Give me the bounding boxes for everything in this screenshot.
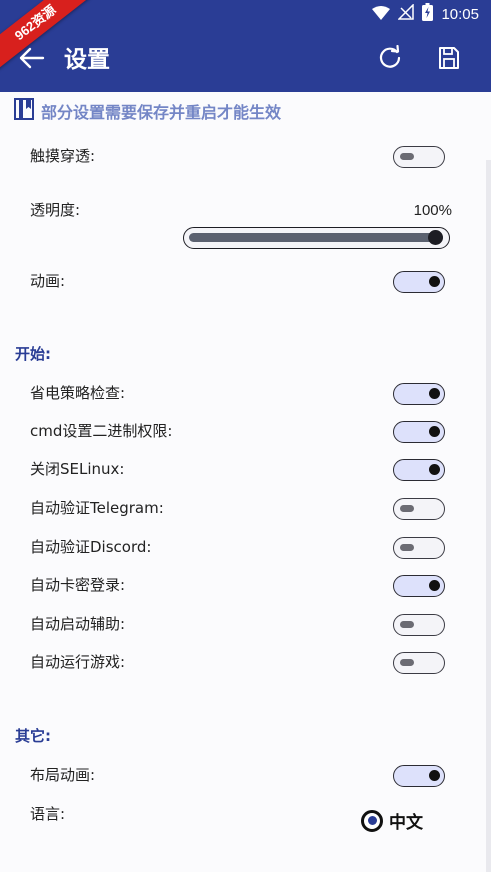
switch-thumb [429, 388, 440, 399]
wifi-icon [372, 5, 391, 24]
auto-start-assist-label: 自动启动辅助: [30, 615, 126, 633]
disable-selinux-label: 关闭SELinux: [30, 460, 125, 478]
cmd-binary-permission-switch[interactable] [393, 421, 445, 443]
restart-notice: 部分设置需要保存并重启才能生效 [14, 98, 281, 124]
switch-thumb [400, 659, 414, 666]
auto-verify-telegram-switch[interactable] [393, 498, 445, 520]
page-title: 设置 [64, 47, 110, 73]
section-other-title: 其它: [15, 727, 51, 745]
radio-button[interactable] [361, 809, 383, 832]
scrollbar[interactable] [486, 160, 491, 872]
disable-selinux-switch[interactable] [393, 459, 445, 481]
auto-verify-telegram-label: 自动验证Telegram: [30, 499, 164, 517]
save-button[interactable] [433, 44, 465, 76]
switch-thumb [429, 276, 440, 287]
switch-thumb [400, 505, 414, 512]
auto-key-login-label: 自动卡密登录: [30, 576, 126, 594]
switch-thumb [429, 580, 440, 591]
section-start-title: 开始: [15, 345, 51, 363]
animation-switch[interactable] [393, 271, 445, 293]
auto-start-assist-switch[interactable] [393, 614, 445, 636]
slider-knob[interactable] [428, 230, 443, 245]
opacity-label: 透明度: [30, 201, 81, 219]
refresh-button[interactable] [374, 44, 406, 76]
touch-through-label: 触摸穿透: [30, 147, 96, 165]
switch-thumb [400, 153, 414, 160]
app-bar: 设置 [0, 28, 491, 92]
save-icon [438, 46, 460, 74]
cmd-binary-permission-label: cmd设置二进制权限: [30, 422, 173, 440]
auto-key-login-switch[interactable] [393, 575, 445, 597]
notice-text: 部分设置需要保存并重启才能生效 [41, 103, 282, 122]
status-time: 10:05 [441, 5, 479, 23]
battery-policy-check-label: 省电策略检查: [30, 384, 126, 402]
switch-thumb [400, 621, 414, 628]
no-signal-icon [397, 3, 415, 24]
language-option-chinese[interactable]: 中文 [361, 808, 423, 833]
slider-fill [189, 233, 443, 242]
auto-verify-discord-label: 自动验证Discord: [30, 538, 152, 556]
auto-run-game-label: 自动运行游戏: [30, 653, 126, 671]
opacity-value: 100% [413, 202, 452, 219]
auto-verify-discord-switch[interactable] [393, 537, 445, 559]
status-icons: 10:05 [372, 3, 479, 25]
battery-policy-check-switch[interactable] [393, 383, 445, 405]
layout-animation-label: 布局动画: [30, 766, 96, 784]
animation-label: 动画: [30, 272, 66, 290]
language-label: 语言: [30, 805, 66, 823]
refresh-icon [377, 44, 403, 75]
switch-thumb [429, 770, 440, 781]
battery-charging-icon [422, 3, 434, 25]
switch-thumb [429, 464, 440, 475]
opacity-slider[interactable] [183, 227, 450, 249]
auto-run-game-switch[interactable] [393, 652, 445, 674]
layout-animation-switch[interactable] [393, 765, 445, 787]
touch-through-switch[interactable] [393, 146, 445, 168]
radio-dot [367, 816, 377, 825]
language-option-label: 中文 [389, 813, 423, 833]
switch-thumb [400, 544, 414, 551]
notice-icon [14, 98, 34, 124]
switch-thumb [429, 426, 440, 437]
